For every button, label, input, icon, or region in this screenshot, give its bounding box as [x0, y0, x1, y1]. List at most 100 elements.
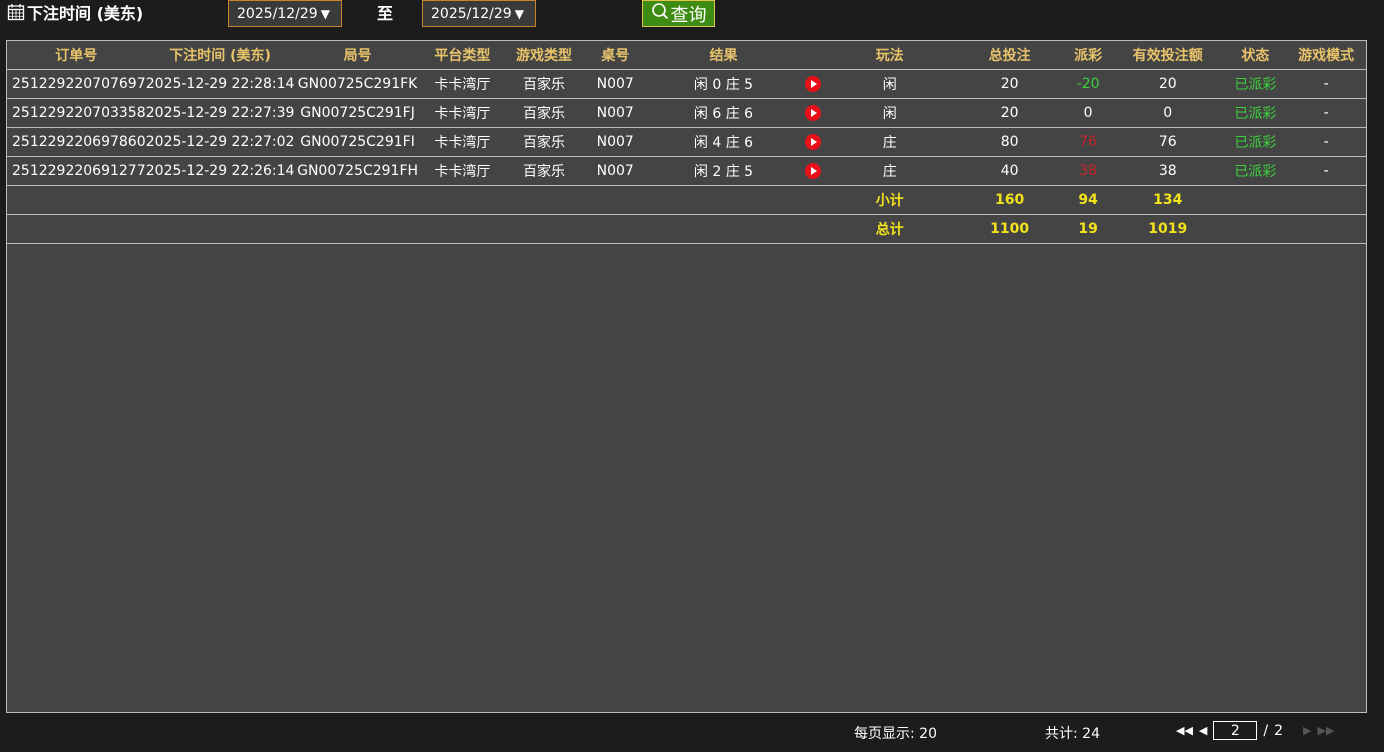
bet-records-table: 订单号 下注时间 (美东) 局号 平台类型 游戏类型 桌号 结果 玩法 总投注 … [7, 41, 1366, 244]
col-bet-time: 下注时间 (美东) [145, 41, 295, 70]
subtotal-spacer [7, 185, 826, 215]
grandtotal-bet: 1100 [954, 214, 1066, 244]
platform: 卡卡湾厅 [420, 156, 505, 186]
valid-bet: 38 [1111, 156, 1225, 186]
replay-cell [800, 69, 826, 99]
grandtotal-label: 总计 [825, 214, 955, 244]
subtotal-end-spacer [1224, 185, 1366, 215]
col-round-id: 局号 [294, 41, 421, 70]
per-page-label: 每页显示: 20 [854, 726, 937, 742]
status-badge: 已派彩 [1224, 127, 1287, 157]
result: 闲 2 庄 5 [646, 156, 801, 186]
calendar-icon [7, 3, 25, 21]
date-to-select[interactable]: 2025/12/29 ▼ [422, 0, 536, 27]
total-bet: 20 [954, 69, 1066, 99]
table-row: 251229220707697 2025-12-29 22:28:14 GN00… [7, 69, 1366, 99]
status-badge: 已派彩 [1224, 156, 1287, 186]
col-game-mode: 游戏模式 [1286, 41, 1366, 70]
play-icon[interactable] [804, 75, 821, 92]
query-button[interactable]: 查询 [642, 0, 715, 27]
col-status: 状态 [1224, 41, 1287, 70]
order-id: 251229220707697 [7, 69, 146, 99]
platform: 卡卡湾厅 [420, 69, 505, 99]
col-total-bet: 总投注 [954, 41, 1066, 70]
payout: -20 [1065, 69, 1112, 99]
subtotal-label: 小计 [825, 185, 955, 215]
first-page-icon[interactable]: ◀◀ [1176, 724, 1193, 737]
prev-page-icon[interactable]: ◀ [1199, 724, 1207, 737]
order-id: 251229220703358 [7, 98, 146, 128]
search-icon [651, 2, 669, 25]
caret-down-icon: ▼ [320, 6, 330, 21]
col-game-type: 游戏类型 [504, 41, 584, 70]
page-separator: / [1263, 722, 1269, 739]
round-id: GN00725C291FJ [294, 98, 421, 128]
table-no: N007 [583, 156, 647, 186]
pager: ◀◀ ◀ / 2 ▶ ▶▶ [1176, 721, 1334, 740]
replay-cell [800, 127, 826, 157]
table-no: N007 [583, 98, 647, 128]
subtotal-valid: 134 [1111, 185, 1225, 215]
bet-time: 2025-12-29 22:27:02 [145, 127, 295, 157]
result: 闲 4 庄 6 [646, 127, 801, 157]
result: 闲 0 庄 5 [646, 69, 801, 99]
valid-bet: 0 [1111, 98, 1225, 128]
round-id: GN00725C291FI [294, 127, 421, 157]
query-label: 查询 [670, 4, 707, 26]
total-count: 共计: 24 [1045, 726, 1100, 742]
date-to-value: 2025/12/29 [431, 5, 512, 22]
col-replay [800, 41, 826, 70]
play-icon[interactable] [804, 162, 821, 179]
grandtotal-end-spacer [1224, 214, 1366, 244]
grandtotal-row: 总计 1100 19 1019 [7, 214, 1366, 244]
bet-time: 2025-12-29 22:26:14 [145, 156, 295, 186]
play-icon[interactable] [804, 133, 821, 150]
grandtotal-payout: 19 [1065, 214, 1112, 244]
page-count: 2 [1274, 722, 1284, 739]
subtotal-payout: 94 [1065, 185, 1112, 215]
grandtotal-valid: 1019 [1111, 214, 1225, 244]
top-bar: 下注时间 (美东) 2025/12/29 ▼ 至 2025/12/29 ▼ 查询 [0, 0, 1384, 36]
filter-title-label: 下注时间 (美东) [27, 4, 144, 23]
table-row: 251229220703358 2025-12-29 22:27:39 GN00… [7, 98, 1366, 128]
col-valid-bet: 有效投注额 [1111, 41, 1225, 70]
round-id: GN00725C291FH [294, 156, 421, 186]
table-row: 251229220691277 2025-12-29 22:26:14 GN00… [7, 156, 1366, 186]
date-from-select[interactable]: 2025/12/29 ▼ [228, 0, 342, 27]
payout: 38 [1065, 156, 1112, 186]
game-type: 百家乐 [504, 156, 584, 186]
col-order-id: 订单号 [7, 41, 146, 70]
total-bet: 80 [954, 127, 1066, 157]
play: 庄 [825, 156, 955, 186]
grandtotal-spacer [7, 214, 826, 244]
order-id: 251229220691277 [7, 156, 146, 186]
result: 闲 6 庄 6 [646, 98, 801, 128]
col-play: 玩法 [825, 41, 955, 70]
status-badge: 已派彩 [1224, 69, 1287, 99]
payout: 76 [1065, 127, 1112, 157]
game-mode: - [1286, 156, 1366, 186]
pagination-bar: 每页显示: 20 共计: 24 ◀◀ ◀ / 2 ▶ ▶▶ [0, 713, 1384, 752]
play-icon[interactable] [804, 104, 821, 121]
last-page-icon[interactable]: ▶▶ [1318, 724, 1335, 737]
caret-down-icon: ▼ [514, 6, 524, 21]
total-bet: 40 [954, 156, 1066, 186]
total-bet: 20 [954, 98, 1066, 128]
date-from-value: 2025/12/29 [237, 5, 318, 22]
col-table-no: 桌号 [583, 41, 647, 70]
platform: 卡卡湾厅 [420, 127, 505, 157]
round-id: GN00725C291FK [294, 69, 421, 99]
col-result: 结果 [646, 41, 801, 70]
page-number-input[interactable] [1213, 721, 1258, 740]
next-page-icon[interactable]: ▶ [1303, 724, 1311, 737]
to-label: 至 [377, 4, 394, 23]
table-header-row: 订单号 下注时间 (美东) 局号 平台类型 游戏类型 桌号 结果 玩法 总投注 … [7, 41, 1366, 70]
payout: 0 [1065, 98, 1112, 128]
game-type: 百家乐 [504, 98, 584, 128]
table-no: N007 [583, 127, 647, 157]
order-id: 251229220697860 [7, 127, 146, 157]
valid-bet: 76 [1111, 127, 1225, 157]
game-mode: - [1286, 98, 1366, 128]
status-badge: 已派彩 [1224, 98, 1287, 128]
bet-time: 2025-12-29 22:27:39 [145, 98, 295, 128]
